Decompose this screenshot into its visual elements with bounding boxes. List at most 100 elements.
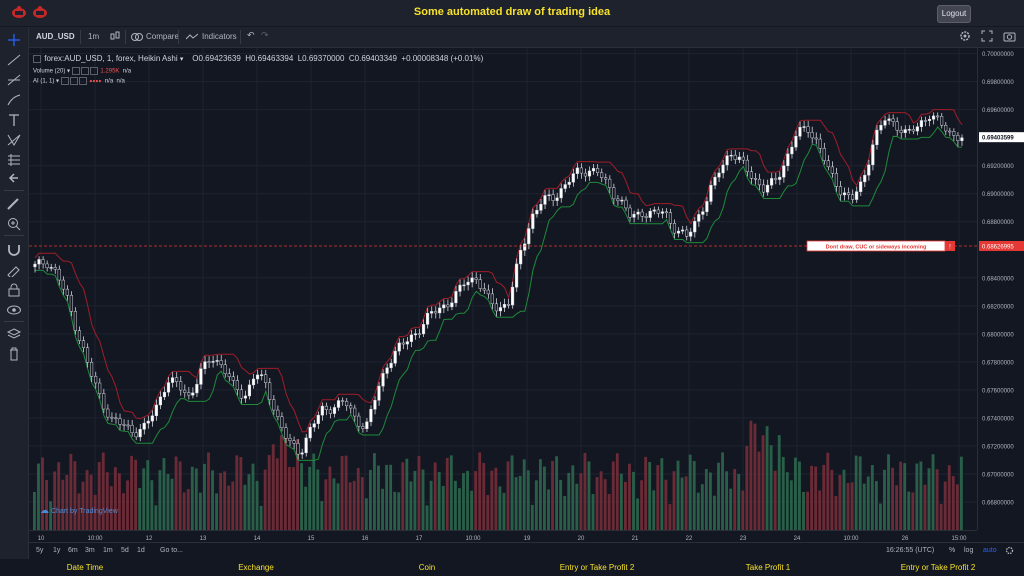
candle-body bbox=[373, 400, 377, 410]
candle-body bbox=[539, 204, 543, 211]
volume-bar bbox=[850, 482, 854, 530]
volume-bar bbox=[158, 470, 162, 530]
candle-body bbox=[757, 178, 762, 186]
volume-bar bbox=[198, 492, 202, 530]
price-label: 0.68800000 bbox=[982, 220, 1014, 226]
volume-bar bbox=[235, 455, 239, 530]
range-5d[interactable]: 5d bbox=[121, 547, 129, 554]
logout-button[interactable]: Logout bbox=[937, 5, 971, 23]
volume-bar bbox=[300, 463, 304, 530]
volume-bar bbox=[332, 478, 336, 530]
volume-bar bbox=[777, 435, 781, 530]
pattern-tool-icon[interactable] bbox=[6, 133, 22, 147]
volume-bar bbox=[648, 462, 652, 530]
drawing-toolbar bbox=[0, 27, 29, 559]
candle-body bbox=[102, 393, 106, 410]
back-arrow-icon[interactable] bbox=[6, 171, 22, 185]
price-axis[interactable]: 0.70000000 0.69800000 0.69600000 0.69200000… bbox=[977, 48, 1024, 530]
log-toggle[interactable]: log bbox=[964, 547, 973, 554]
volume-na: n/a bbox=[122, 68, 132, 75]
volume-bar bbox=[769, 445, 773, 530]
trash-icon[interactable] bbox=[6, 347, 22, 361]
volume-label[interactable]: Volume (20) bbox=[33, 69, 65, 75]
volume-bar bbox=[664, 479, 668, 530]
undo-icon[interactable]: ↶ bbox=[247, 30, 255, 41]
prediction-tool-icon[interactable] bbox=[6, 153, 22, 167]
goto-date-button[interactable]: Go to... bbox=[160, 547, 183, 554]
range-1m[interactable]: 1m bbox=[103, 547, 113, 554]
volume-bar bbox=[530, 504, 534, 530]
volume-bar bbox=[364, 498, 368, 530]
eye-icon[interactable] bbox=[6, 303, 22, 317]
volume-bar bbox=[761, 435, 765, 530]
candle-body bbox=[462, 284, 466, 287]
ruler-icon[interactable] bbox=[6, 197, 22, 211]
lock-icon[interactable] bbox=[6, 283, 22, 297]
volume-bar bbox=[644, 456, 648, 530]
candle-body bbox=[324, 405, 328, 410]
candle-body bbox=[891, 118, 895, 122]
volume-bar bbox=[166, 474, 170, 530]
settings-gear-icon[interactable] bbox=[959, 30, 971, 42]
brush-icon[interactable] bbox=[6, 93, 22, 107]
text-tool-icon[interactable] bbox=[6, 113, 22, 127]
volume-bar bbox=[304, 486, 308, 530]
fullscreen-icon[interactable] bbox=[981, 30, 993, 42]
range-1d[interactable]: 1d bbox=[137, 547, 145, 554]
candle-body bbox=[506, 304, 511, 306]
compare-icon[interactable] bbox=[131, 32, 143, 42]
candle-body bbox=[531, 213, 535, 229]
indicators-icon[interactable] bbox=[186, 33, 198, 41]
tradingview-watermark[interactable]: ☁ Chart by TradingView bbox=[40, 505, 118, 516]
magnet-icon[interactable] bbox=[6, 243, 22, 257]
candle-body bbox=[575, 167, 579, 174]
chart-type-icon[interactable] bbox=[110, 31, 120, 41]
volume-bar bbox=[368, 469, 372, 530]
candle-body bbox=[401, 342, 405, 345]
price-chart[interactable]: Dont draw, CUC or sideways incoming! bbox=[29, 48, 977, 530]
axis-settings-icon[interactable] bbox=[1005, 546, 1014, 555]
ai-indicator-label[interactable]: AI (1, 1) bbox=[33, 79, 54, 85]
annotation-text: Dont draw, CUC or sideways incoming bbox=[826, 244, 927, 250]
symbol-search[interactable]: AUD_USD bbox=[36, 32, 75, 41]
candle-body bbox=[895, 121, 899, 131]
candle-body bbox=[830, 166, 834, 174]
volume-bar bbox=[486, 495, 490, 530]
redo-icon[interactable]: ↷ bbox=[261, 30, 269, 41]
range-3m[interactable]: 3m bbox=[85, 547, 95, 554]
candle-body bbox=[227, 373, 231, 378]
candle-body bbox=[595, 168, 600, 173]
volume-bar bbox=[65, 474, 69, 530]
volume-bar bbox=[308, 466, 312, 530]
collapse-legend-icon[interactable] bbox=[33, 54, 41, 63]
zoom-in-icon[interactable] bbox=[6, 217, 22, 231]
app-title: Some automated draw of trading idea bbox=[413, 6, 611, 18]
fib-tool-icon[interactable] bbox=[6, 73, 22, 87]
volume-bar bbox=[251, 463, 255, 530]
candle-body bbox=[296, 443, 300, 455]
volume-bar bbox=[696, 492, 700, 530]
auto-toggle[interactable]: auto bbox=[983, 547, 997, 554]
interval-button[interactable]: 1m bbox=[88, 32, 99, 41]
volume-bar bbox=[899, 461, 903, 530]
crosshair-icon[interactable] bbox=[6, 33, 22, 47]
candle-body bbox=[632, 213, 636, 218]
volume-bar bbox=[802, 491, 805, 530]
camera-icon[interactable] bbox=[1003, 30, 1016, 42]
indicators-button[interactable]: Indicators bbox=[202, 32, 237, 41]
layers-icon[interactable] bbox=[6, 327, 22, 341]
candle-body bbox=[251, 378, 256, 386]
percent-toggle[interactable]: % bbox=[949, 547, 955, 554]
range-1y[interactable]: 1y bbox=[53, 547, 60, 554]
utc-clock[interactable]: 16:26:55 (UTC) bbox=[886, 547, 934, 554]
candle-body bbox=[442, 304, 446, 309]
toolbar-divider bbox=[80, 30, 81, 44]
stay-drawing-icon[interactable] bbox=[6, 263, 22, 277]
trend-line-icon[interactable] bbox=[6, 53, 22, 67]
volume-value: 1.295K bbox=[100, 68, 120, 75]
range-5y[interactable]: 5y bbox=[36, 547, 43, 554]
candle-body bbox=[543, 195, 547, 205]
range-6m[interactable]: 6m bbox=[68, 547, 78, 554]
volume-bar bbox=[741, 490, 745, 530]
compare-button[interactable]: Compare bbox=[146, 32, 179, 41]
